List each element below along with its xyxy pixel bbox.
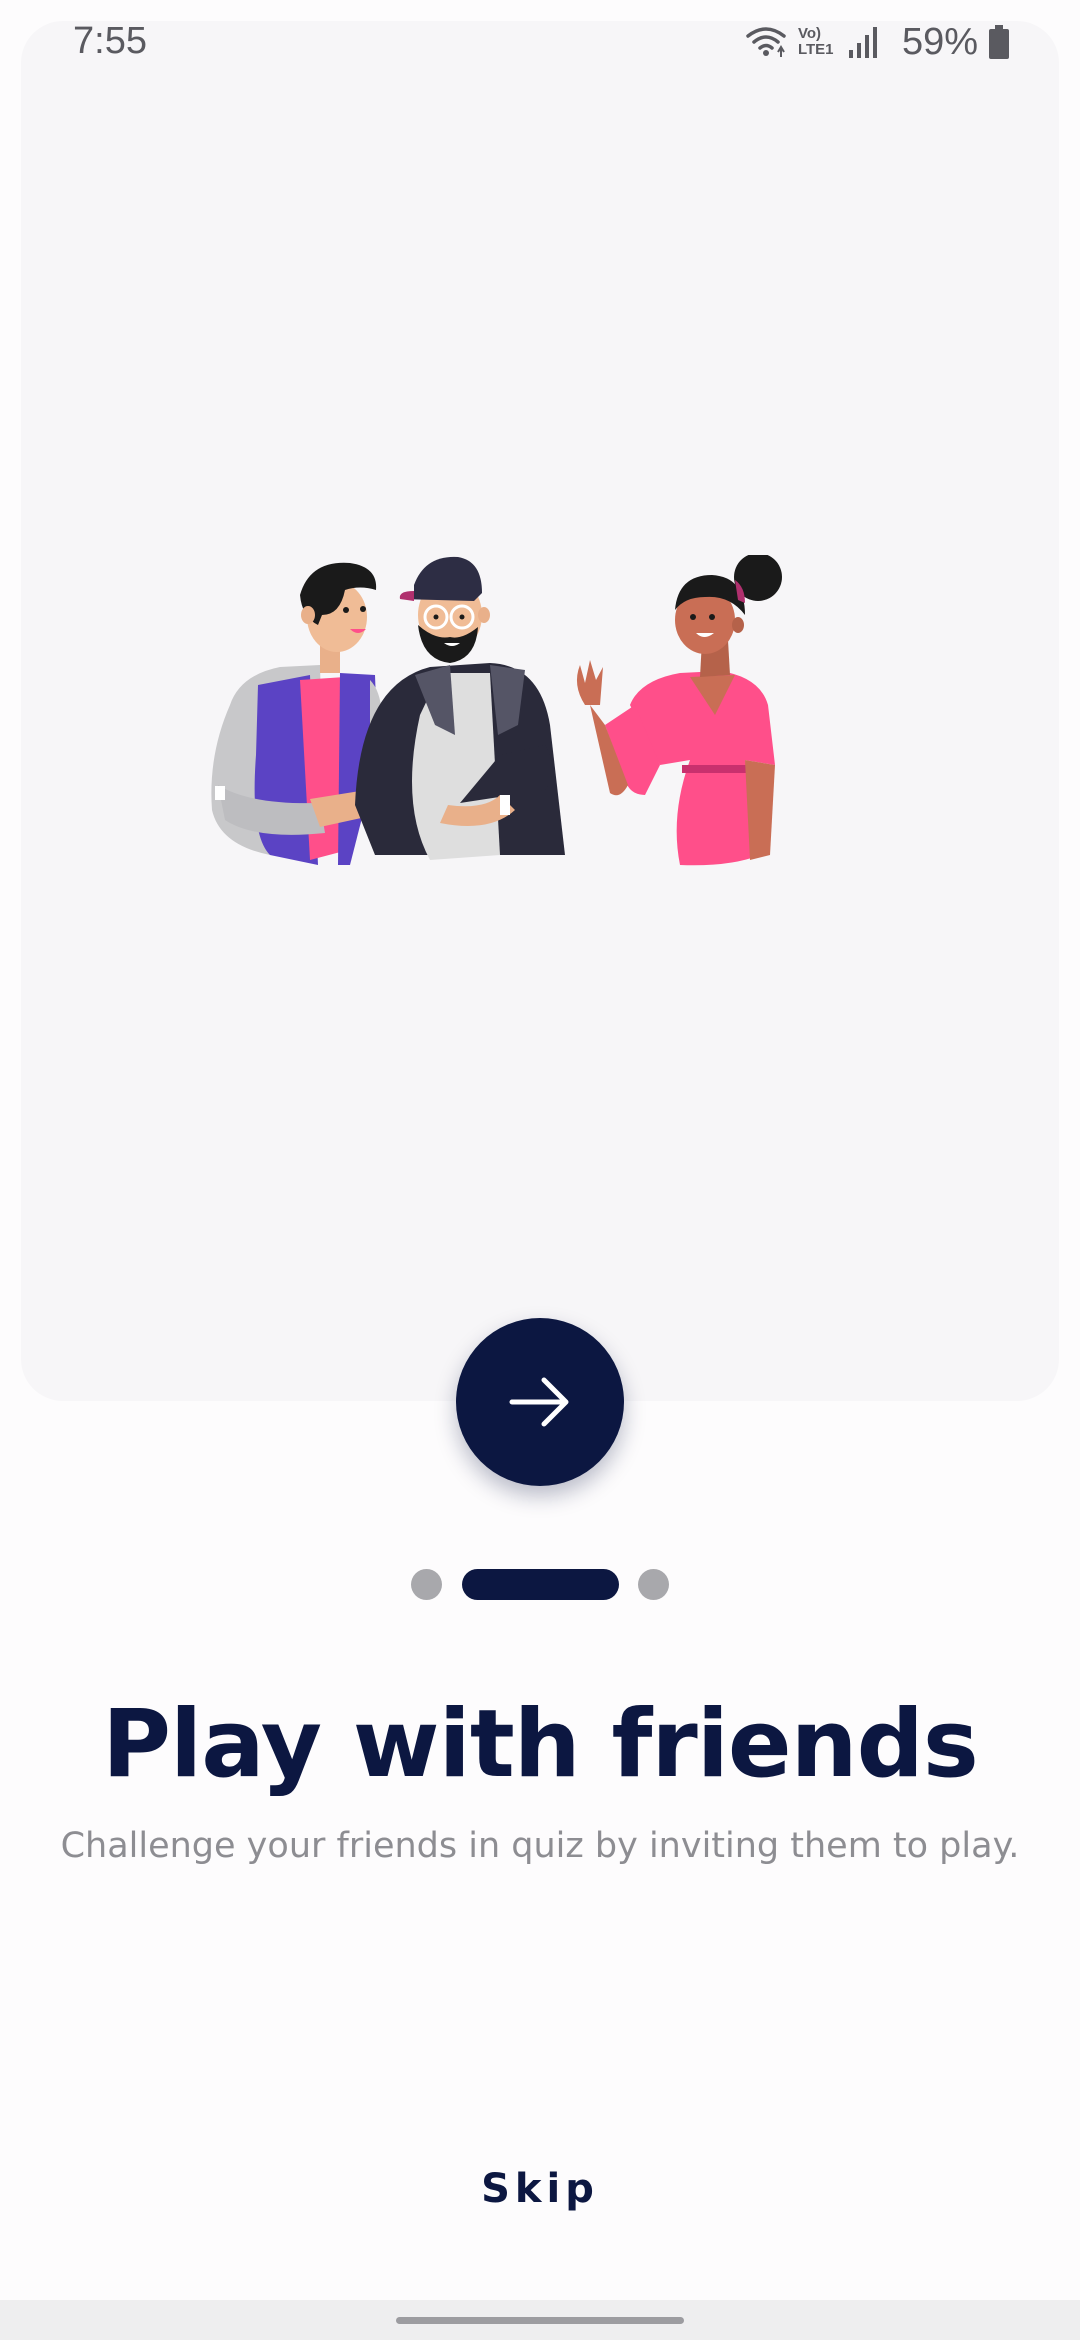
man-middle-figure: [355, 556, 565, 860]
page-dot-2-active[interactable]: [462, 1569, 619, 1600]
next-button[interactable]: [456, 1318, 624, 1486]
status-icons: Vo) LTE1 59%: [744, 18, 1010, 66]
page-indicator: [0, 1569, 1080, 1601]
status-bar: 7:55 Vo) LTE1 59%: [0, 0, 1080, 84]
system-navigation-bar: [0, 2300, 1080, 2340]
page-title: Play with friends: [102, 1690, 979, 1799]
wifi-icon: [746, 27, 786, 57]
skip-button[interactable]: Skip: [440, 2166, 640, 2226]
page-subtitle: Challenge your friends in quiz by inviti…: [60, 1826, 1020, 1866]
battery-percent: 59%: [901, 20, 978, 63]
page-dot-3[interactable]: [638, 1569, 669, 1600]
volte-icon: Vo) LTE1: [797, 25, 834, 58]
home-gesture-handle[interactable]: [396, 2317, 684, 2324]
arrow-right-icon: [509, 1377, 569, 1427]
signal-icon: [848, 27, 877, 58]
status-time: 7:55: [73, 20, 147, 62]
woman-right-figure: [576, 555, 782, 866]
page-dot-1[interactable]: [411, 1569, 442, 1600]
three-friends-illustration: [211, 555, 782, 866]
battery-icon: [989, 25, 1009, 59]
